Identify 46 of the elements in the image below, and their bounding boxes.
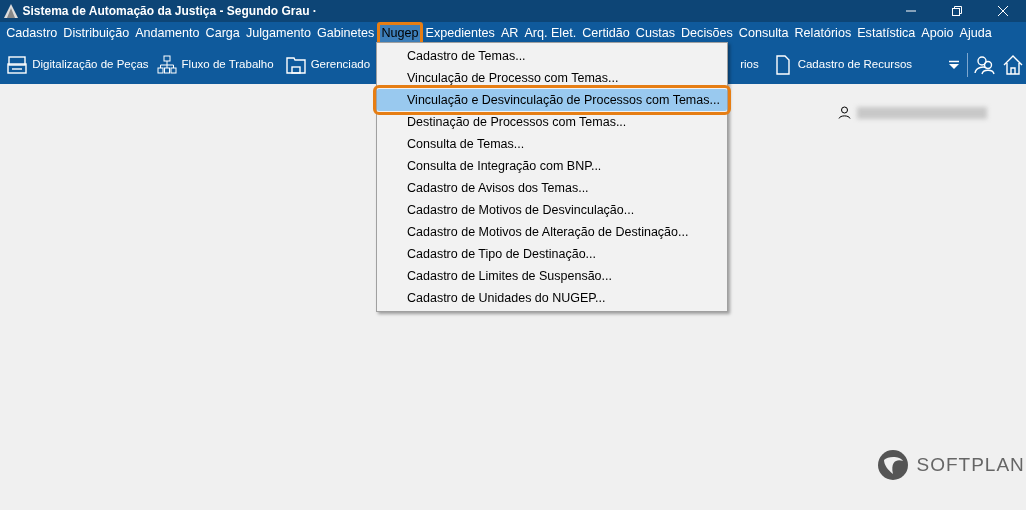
menu-item[interactable]: Relatórios <box>791 23 855 44</box>
menu-item[interactable]: Arq. Elet. <box>521 23 580 44</box>
menu-item[interactable]: Gabinetes <box>314 23 378 44</box>
users-icon[interactable] <box>974 54 997 75</box>
menu-item[interactable]: Andamento <box>132 23 203 44</box>
menu-item[interactable]: Distribuição <box>60 23 133 44</box>
menu-item[interactable]: Vinculação de Processo com Temas... <box>377 67 727 89</box>
restore-icon <box>951 5 963 17</box>
menu-item[interactable]: Cadastro de Motivos de Alteração de Destinação... <box>377 221 727 243</box>
app-logo-icon <box>3 3 20 19</box>
menu-item[interactable]: Cadastro de Temas... <box>377 45 727 67</box>
menu-item[interactable]: Cadastro de Limites de Suspensão... <box>377 265 727 287</box>
toolbar-button[interactable]: Cadastro de Recursos <box>768 54 917 75</box>
menu-item[interactable]: Certidão <box>579 23 633 44</box>
menu-item[interactable]: Cadastro de Motivos de Desvinculação... <box>377 199 727 221</box>
menu-item[interactable]: Ajuda <box>956 23 995 44</box>
window-title: Sistema de Automação da Justiça - Segundo Grau · <box>22 3 317 20</box>
dropdown-arrow-icon[interactable] <box>948 59 961 70</box>
menu-item[interactable]: Cadastro <box>3 23 61 44</box>
user-icon <box>837 106 851 119</box>
menu-item[interactable]: Expedientes <box>422 23 498 44</box>
folder-icon <box>285 54 306 75</box>
menu-item[interactable]: Consulta de Temas... <box>377 133 727 155</box>
flowchart-icon <box>156 54 177 75</box>
menu-item[interactable]: Decisões <box>678 23 736 44</box>
menu-item[interactable]: Cadastro de Tipo de Destinação... <box>377 243 727 265</box>
menu-item[interactable]: Custas <box>632 23 678 44</box>
menu-item[interactable]: Consulta de Integração com BNP... <box>377 155 727 177</box>
home-icon[interactable] <box>1002 54 1023 75</box>
toolbar-button[interactable]: Gerenciado <box>281 54 375 75</box>
menu-item[interactable]: Apoio <box>918 23 957 44</box>
menu-item[interactable]: Cadastro de Avisos dos Temas... <box>377 177 727 199</box>
softplan-logo-icon <box>876 448 910 482</box>
menu-item[interactable]: Consulta <box>735 23 792 44</box>
menu-item[interactable]: Destinação de Processos com Temas... <box>377 111 727 133</box>
logo-text: SOFTPLAN <box>916 452 1025 477</box>
toolbar-button[interactable]: Digitalização de Peças <box>3 54 153 75</box>
menu-item[interactable]: AR <box>497 23 522 44</box>
menu-item[interactable]: Estatística <box>854 23 919 44</box>
scanner-icon <box>7 54 28 75</box>
menu-item[interactable]: Cadastro de Unidades do NUGEP... <box>377 287 727 309</box>
menu-item[interactable]: Julgamento <box>242 23 314 44</box>
toolbar-button[interactable]: Fluxo de Trabalho <box>152 54 278 75</box>
toolbar-button[interactable]: rios <box>736 55 763 74</box>
close-icon <box>997 5 1009 17</box>
menu-item[interactable]: Carga <box>202 23 243 44</box>
